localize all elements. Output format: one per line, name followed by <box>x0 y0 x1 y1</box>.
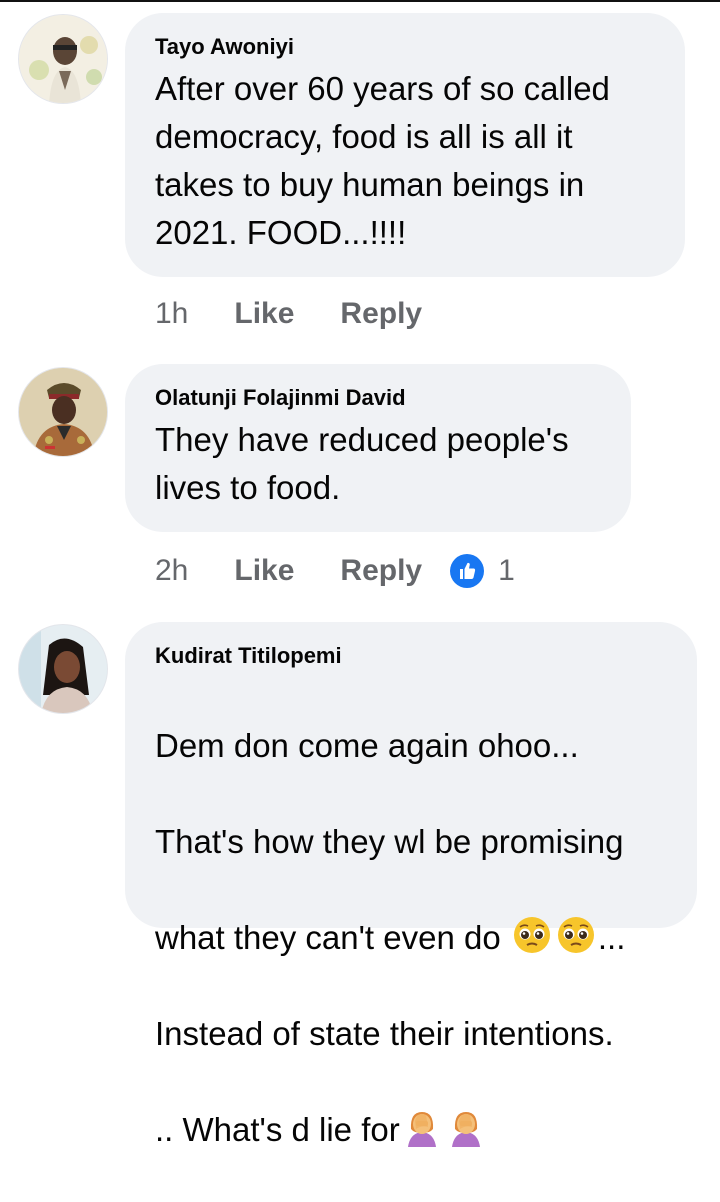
comment-author[interactable]: Olatunji Folajinmi David <box>155 384 601 412</box>
comment-actions: 1h Like Reply <box>155 296 468 332</box>
pleading-face-emoji <box>512 915 552 955</box>
woman-facepalming-emoji <box>402 1107 442 1147</box>
comment-text-line: what they can't even do ... <box>155 914 667 962</box>
comment-text: After over 60 years of so called democra… <box>155 70 610 251</box>
comment-text-line: Dem don come again ohoo... <box>155 727 579 764</box>
comment-text-segment: what they can't even do <box>155 919 510 956</box>
comment-text-segment: .. What's d lie for <box>155 1111 400 1148</box>
reply-button[interactable]: Reply <box>340 553 422 589</box>
like-thumb-icon <box>450 554 485 588</box>
top-divider <box>0 0 720 2</box>
comment-bubble: Kudirat Titilopemi Dem don come again oh… <box>125 622 697 1148</box>
avatar-image <box>19 625 107 713</box>
reaction-summary[interactable]: 1 <box>450 553 515 589</box>
comment-author[interactable]: Kudirat Titilopemi <box>155 642 667 670</box>
comment-text-line: Instead of state their intentions. <box>155 1015 614 1052</box>
comment-author[interactable]: Tayo Awoniyi <box>155 33 655 61</box>
comment-actions: 2h Like Reply 1 <box>155 553 515 589</box>
comment-text-segment: ... <box>597 919 626 956</box>
reply-button[interactable]: Reply <box>340 296 422 332</box>
like-button[interactable]: Like <box>234 296 294 332</box>
avatar[interactable] <box>18 14 108 104</box>
comment-text: They have reduced people's lives to food… <box>155 421 569 506</box>
avatar[interactable] <box>18 624 108 714</box>
avatar-image <box>19 368 107 456</box>
comment-text: Dem don come again ohoo... That's how th… <box>155 674 667 1202</box>
comment-bubble: Tayo Awoniyi After over 60 years of so c… <box>125 13 685 277</box>
reaction-count: 1 <box>498 554 515 587</box>
pleading-face-emoji <box>556 915 596 955</box>
comment-text-line: That's how they wl be promising <box>155 823 624 860</box>
comment-text-line: .. What's d lie for <box>155 1106 667 1154</box>
woman-facepalming-emoji <box>446 1107 486 1147</box>
avatar[interactable] <box>18 367 108 457</box>
like-button[interactable]: Like <box>234 553 294 589</box>
comment-timestamp[interactable]: 2h <box>155 553 188 589</box>
comment-bubble: Olatunji Folajinmi David They have reduc… <box>125 364 631 532</box>
comment-timestamp[interactable]: 1h <box>155 296 188 332</box>
avatar-image <box>19 15 107 103</box>
